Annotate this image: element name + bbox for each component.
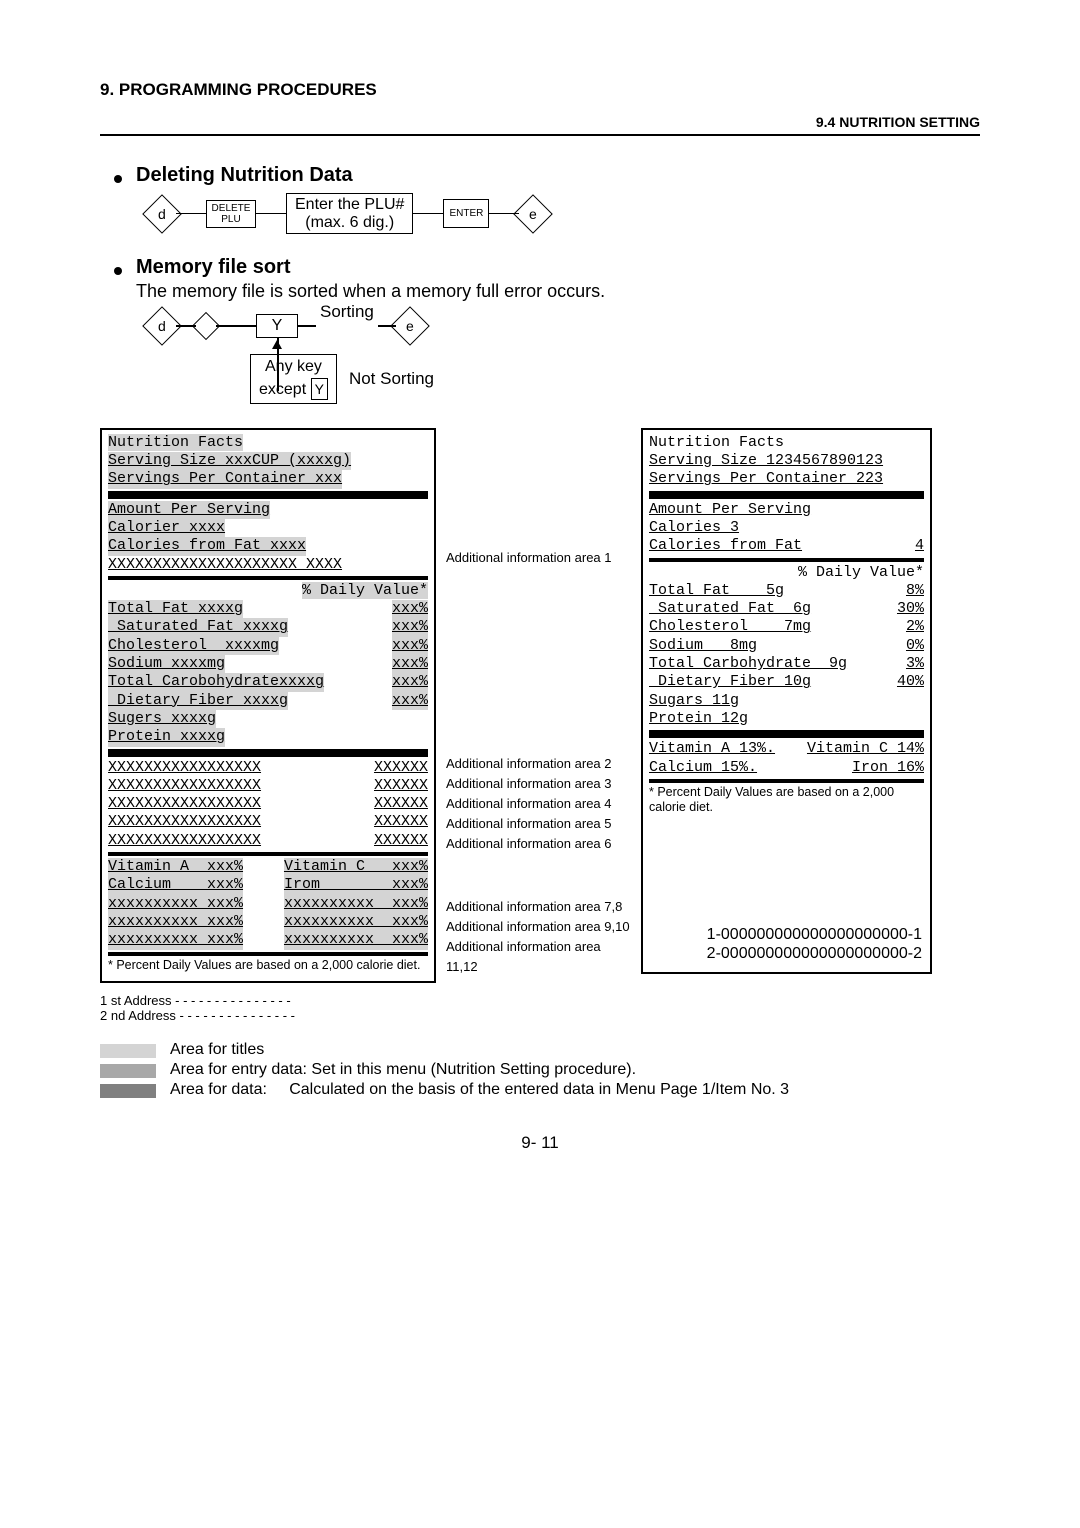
annotation-column: Additional information area 1 Additional… xyxy=(446,428,631,1023)
nf-vit-row: xxxxxxxxxx xxx%xxxxxxxxxx xxx% xyxy=(108,913,428,931)
nf-row: Saturated Fat xxxxgxxx% xyxy=(108,618,428,636)
anno-area78: Additional information area 7,8 xyxy=(446,897,631,917)
anno-area1112: Additional information area 11,12 xyxy=(446,937,631,977)
nutrition-example-panel: Nutrition Facts Serving Size 12345678901… xyxy=(641,428,932,1023)
nf-row: Total Carobohydratexxxxgxxx% xyxy=(108,673,428,691)
nf-addl-row: XXXXXXXXXXXXXXXXXXXXXXX xyxy=(108,777,428,795)
bullet-icon xyxy=(114,267,122,275)
flow-start-diamond: d xyxy=(142,194,182,234)
nf-sugars: Sugars 11g xyxy=(649,692,739,710)
nf-amount-per-serving: Amount Per Serving xyxy=(108,501,270,519)
nf-vit-row: Vitamin A xxx%Vitamin C xxx% xyxy=(108,858,428,876)
nf-addl-row: XXXXXXXXXXXXXXXXXXXXXXX xyxy=(108,759,428,777)
nf-protein: Protein 12g xyxy=(649,710,748,728)
flow-delete-key: DELETE PLU xyxy=(206,200,256,228)
divider xyxy=(100,134,980,136)
nf-dv-header: % Daily Value* xyxy=(798,564,924,581)
nf-addinfo-1: XXXXXXXXXXXXXXXXXXXXX XXXX xyxy=(108,556,342,574)
nf-cal-from-fat-l: Calories from Fat xyxy=(649,537,802,555)
nf-addl-row: XXXXXXXXXXXXXXXXXXXXXXX xyxy=(108,795,428,813)
nf-cal-from-fat-r: 4 xyxy=(915,537,924,555)
flow-input-box: Enter the PLU# (max. 6 dig.) xyxy=(286,193,413,234)
nf-calcium: Calcium 15%. xyxy=(649,759,757,777)
heading-sort: Memory file sort xyxy=(114,256,980,279)
legend-data: Area for data: Calculated on the basis o… xyxy=(170,1081,980,1099)
anno-area3: Additional information area 3 xyxy=(446,774,631,794)
nf-footnote: * Percent Daily Values are based on a 2,… xyxy=(108,958,428,973)
flow-enter-key: ENTER xyxy=(443,199,489,228)
flow-start-diamond: d xyxy=(142,306,182,346)
nf-row: Dietary Fiber xxxxgxxx% xyxy=(108,692,428,710)
nf-addl-row: XXXXXXXXXXXXXXXXXXXXXXX xyxy=(108,832,428,850)
nf-address2: 2 nd Address - - - - - - - - - - - - - -… xyxy=(100,1008,436,1023)
nf-row: Dietary Fiber 10g40% xyxy=(649,673,924,691)
heading-delete-text: Deleting Nutrition Data xyxy=(136,164,353,187)
nf-calories: Calories 3 xyxy=(649,519,739,537)
page-number: 9- 11 xyxy=(100,1133,980,1153)
flow-y-key: Y xyxy=(256,314,298,338)
flow-sort: d Y Sorting e Any key except Y Not So xyxy=(148,312,980,404)
nf-addl-row: XXXXXXXXXXXXXXXXXXXXXXX xyxy=(108,813,428,831)
nf-vit-c: Vitamin C 14% xyxy=(807,740,924,758)
anno-area4: Additional information area 4 xyxy=(446,794,631,814)
code-line-2: 2-000000000000000000000-2 xyxy=(707,944,922,964)
nf-vit-row: xxxxxxxxxx xxx%xxxxxxxxxx xxx% xyxy=(108,895,428,913)
nf-footnote: * Percent Daily Values are based on a 2,… xyxy=(649,785,924,816)
not-sorting-label: Not Sorting xyxy=(349,369,434,389)
nf-row: Cholesterol 7mg2% xyxy=(649,618,924,636)
nf-title: Nutrition Facts xyxy=(108,434,243,451)
nf-protein: Protein xxxxg xyxy=(108,728,225,746)
flow-anykey-box: Any key except Y xyxy=(250,354,337,404)
nf-servings-per: Servings Per Container 223 xyxy=(649,470,883,488)
flow-end-diamond: e xyxy=(390,306,430,346)
nf-vit-row: Calcium xxx%Irom xxx% xyxy=(108,876,428,894)
section-heading: 9.4 NUTRITION SETTING xyxy=(100,114,980,130)
swatch-titles xyxy=(100,1044,156,1058)
legend-entry: Area for entry data: Set in this menu (N… xyxy=(170,1061,980,1079)
code-line-1: 1-000000000000000000000-1 xyxy=(707,925,922,945)
flow-branch-diamond xyxy=(192,312,220,340)
chapter-heading: 9. PROGRAMMING PROCEDURES xyxy=(100,80,980,100)
nf-cal-from-fat: Calories from Fat xxxx xyxy=(108,537,306,555)
anno-area1: Additional information area 1 xyxy=(446,548,631,568)
nf-sugars: Sugers xxxxg xyxy=(108,710,216,728)
nf-title: Nutrition Facts xyxy=(649,434,784,451)
anno-area2: Additional information area 2 xyxy=(446,754,631,774)
flow-end-diamond: e xyxy=(514,194,554,234)
nf-row: Saturated Fat 6g30% xyxy=(649,600,924,618)
sort-description: The memory file is sorted when a memory … xyxy=(136,281,980,302)
flow-delete: d DELETE PLU Enter the PLU# (max. 6 dig.… xyxy=(148,193,980,234)
nf-row: Total Carbohydrate 9g3% xyxy=(649,655,924,673)
nf-serving-size: Serving Size xxxCUP (xxxxg) xyxy=(108,452,351,470)
nf-row: Cholesterol xxxxmgxxx% xyxy=(108,637,428,655)
nf-row: Sodium 8mg0% xyxy=(649,637,924,655)
legend: Area for titles Area for entry data: Set… xyxy=(100,1041,980,1099)
legend-titles: Area for titles xyxy=(170,1041,980,1059)
anno-area910: Additional information area 9,10 xyxy=(446,917,631,937)
nf-serving-size: Serving Size 1234567890123 xyxy=(649,452,883,470)
panels: Nutrition Facts Serving Size xxxCUP (xxx… xyxy=(100,428,980,1023)
nf-calories: Calorier xxxx xyxy=(108,519,225,537)
page: 9. PROGRAMMING PROCEDURES 9.4 NUTRITION … xyxy=(0,0,1080,1193)
swatch-entry xyxy=(100,1064,156,1078)
sorting-label: Sorting xyxy=(320,302,374,322)
swatch-data xyxy=(100,1084,156,1098)
anno-area6: Additional information area 6 xyxy=(446,834,631,854)
y-key-icon: Y xyxy=(311,378,328,400)
nutrition-template-panel: Nutrition Facts Serving Size xxxCUP (xxx… xyxy=(100,428,436,1023)
heading-delete: Deleting Nutrition Data xyxy=(114,164,980,187)
nf-row: Sodium xxxxmgxxx% xyxy=(108,655,428,673)
nf-address1: 1 st Address - - - - - - - - - - - - - -… xyxy=(100,993,436,1008)
nf-servings-per: Servings Per Container xxx xyxy=(108,470,342,488)
heading-sort-text: Memory file sort xyxy=(136,256,290,279)
nf-row: Total Fat xxxxgxxx% xyxy=(108,600,428,618)
nf-iron: Iron 16% xyxy=(852,759,924,777)
bullet-icon xyxy=(114,175,122,183)
nf-row: Total Fat 5g8% xyxy=(649,582,924,600)
nf-amount-per-serving: Amount Per Serving xyxy=(649,501,811,519)
anno-area5: Additional information area 5 xyxy=(446,814,631,834)
nf-vit-row: xxxxxxxxxx xxx%xxxxxxxxxx xxx% xyxy=(108,931,428,949)
nf-dv-header: % Daily Value* xyxy=(302,582,428,599)
nf-vit-a: Vitamin A 13%. xyxy=(649,740,775,758)
